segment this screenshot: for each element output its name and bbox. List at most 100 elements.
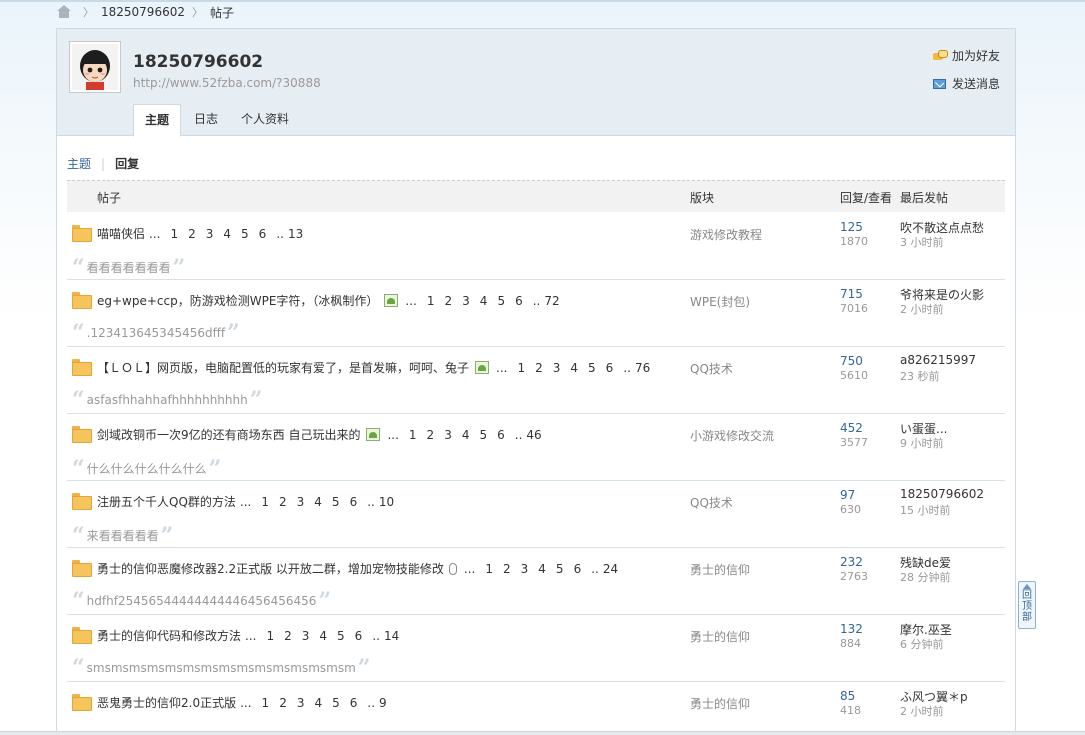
last-poster-link[interactable]: a826215997 xyxy=(900,353,976,367)
page-link[interactable]: 3 xyxy=(521,562,529,576)
page-link[interactable]: 6 xyxy=(355,629,363,643)
last-poster-link[interactable]: 18250796602 xyxy=(900,487,984,501)
reply-count[interactable]: 132 xyxy=(840,622,863,636)
tab-topics[interactable]: 主题 xyxy=(133,104,182,137)
page-link[interactable]: 3 xyxy=(206,227,214,241)
thread-title-link[interactable]: 喵喵侠侣 xyxy=(97,225,145,242)
page-link[interactable]: 4 xyxy=(314,495,322,509)
forum-link[interactable]: 勇士的信仰 xyxy=(690,628,750,645)
forum-link[interactable]: 勇士的信仰 xyxy=(690,561,750,578)
page-link[interactable]: 6 xyxy=(574,562,582,576)
page-link[interactable]: 1 xyxy=(262,696,270,710)
page-link[interactable]: 2 xyxy=(188,227,196,241)
forum-link[interactable]: QQ技术 xyxy=(690,360,733,377)
last-post-time[interactable]: 6 分钟前 xyxy=(900,636,944,652)
reply-count[interactable]: 125 xyxy=(840,220,863,234)
forum-link[interactable]: WPE(封包) xyxy=(690,293,750,310)
page-link[interactable]: 3 xyxy=(553,361,561,375)
tab-blog[interactable]: 日志 xyxy=(184,104,228,136)
page-link[interactable]: 2 xyxy=(279,696,287,710)
subnav-replies[interactable]: 回复 xyxy=(115,155,139,172)
page-link[interactable]: 13 xyxy=(288,227,303,241)
page-link[interactable]: 3 xyxy=(462,294,470,308)
reply-count[interactable]: 452 xyxy=(840,421,863,435)
forum-link[interactable]: 游戏修改教程 xyxy=(690,226,762,243)
reply-count[interactable]: 97 xyxy=(840,488,855,502)
page-link[interactable]: 72 xyxy=(544,294,559,308)
thread-title-link[interactable]: 勇士的信仰恶魔修改器2.2正式版 以开放二群，增加宠物技能修改 xyxy=(97,560,444,577)
page-link[interactable]: 6 xyxy=(515,294,523,308)
last-post-time[interactable]: 23 秒前 xyxy=(900,368,940,384)
forum-link[interactable]: QQ技术 xyxy=(690,494,733,511)
page-link[interactable]: 2 xyxy=(279,495,287,509)
page-link[interactable]: 1 xyxy=(427,294,435,308)
thread-title-link[interactable]: eg+wpe+ccp，防游戏检测WPE字符，（冰枫制作） xyxy=(97,292,378,309)
subnav-topics[interactable]: 主题 xyxy=(67,155,91,172)
page-link[interactable]: 4 xyxy=(223,227,231,241)
breadcrumb-user[interactable]: 18250796602 xyxy=(101,5,185,19)
last-post-time[interactable]: 9 小时前 xyxy=(900,435,944,451)
page-link[interactable]: 5 xyxy=(332,696,340,710)
thread-title-link[interactable]: 恶鬼勇士的信仰2.0正式版 xyxy=(97,694,236,711)
thread-title-link[interactable]: 注册五个千人QQ群的方法 xyxy=(97,493,236,510)
page-link[interactable]: 3 xyxy=(297,696,305,710)
page-link[interactable]: 5 xyxy=(479,428,487,442)
page-link[interactable]: 10 xyxy=(379,495,394,509)
thread-title-link[interactable]: 勇士的信仰代码和修改方法 xyxy=(97,627,241,644)
tab-profile[interactable]: 个人资料 xyxy=(231,104,299,136)
page-link[interactable]: 1 xyxy=(485,562,493,576)
page-link[interactable]: 5 xyxy=(337,629,345,643)
page-link[interactable]: 2 xyxy=(427,428,435,442)
page-link[interactable]: 4 xyxy=(462,428,470,442)
forum-link[interactable]: 勇士的信仰 xyxy=(690,695,750,712)
quote-text[interactable]: 什么什么什么什么什么 xyxy=(87,460,207,477)
page-link[interactable]: 76 xyxy=(635,361,650,375)
last-post-time[interactable]: 3 小时前 xyxy=(900,234,944,250)
page-link[interactable]: 1 xyxy=(170,227,178,241)
last-post-time[interactable]: 28 分钟前 xyxy=(900,569,951,585)
page-link[interactable]: 5 xyxy=(332,495,340,509)
page-link[interactable]: 14 xyxy=(384,629,399,643)
page-link[interactable]: 4 xyxy=(319,629,327,643)
page-link[interactable]: 5 xyxy=(497,294,505,308)
page-link[interactable]: 1 xyxy=(261,495,269,509)
add-friend-button[interactable]: 加为好友 xyxy=(933,47,1000,64)
thread-title-link[interactable]: 【ＬＯＬ】网页版，电脑配置低的玩家有爱了，是首发嘛，呵呵、兔子 xyxy=(97,359,469,376)
page-link[interactable]: 2 xyxy=(284,629,292,643)
page-link[interactable]: 2 xyxy=(535,361,543,375)
page-link[interactable]: 46 xyxy=(526,428,541,442)
page-link[interactable]: 6 xyxy=(606,361,614,375)
page-link[interactable]: 24 xyxy=(603,562,618,576)
quote-text[interactable]: smsmsmsmsmsmsmsmsmsmsmsmsmsmsm xyxy=(87,661,356,675)
avatar[interactable] xyxy=(69,41,121,93)
page-link[interactable]: 4 xyxy=(480,294,488,308)
page-link[interactable]: 6 xyxy=(259,227,267,241)
page-link[interactable]: 6 xyxy=(350,696,358,710)
page-link[interactable]: 2 xyxy=(445,294,453,308)
page-link[interactable]: 6 xyxy=(350,495,358,509)
page-link[interactable]: 5 xyxy=(556,562,564,576)
last-post-time[interactable]: 2 小时前 xyxy=(900,301,944,317)
home-icon[interactable] xyxy=(56,5,72,19)
page-link[interactable]: 3 xyxy=(302,629,310,643)
last-post-time[interactable]: 15 小时前 xyxy=(900,502,951,518)
reply-count[interactable]: 85 xyxy=(840,689,855,703)
page-link[interactable]: 1 xyxy=(266,629,274,643)
page-link[interactable]: 4 xyxy=(570,361,578,375)
quote-text[interactable]: asfasfhhahhafhhhhhhhhhh xyxy=(87,393,248,407)
send-message-button[interactable]: 发送消息 xyxy=(933,75,1000,92)
reply-count[interactable]: 750 xyxy=(840,354,863,368)
page-link[interactable]: 4 xyxy=(538,562,546,576)
page-link[interactable]: 5 xyxy=(588,361,596,375)
profile-url[interactable]: http://www.52fzba.com/?30888 xyxy=(133,76,321,90)
thread-title-link[interactable]: 剑域改铜币一次9亿的还有商场东西 自己玩出来的 xyxy=(97,426,360,443)
page-link[interactable]: 4 xyxy=(314,696,322,710)
quote-text[interactable]: 来看看看看看 xyxy=(87,527,159,544)
quote-text[interactable]: hdfhf25456544444444446456456456 xyxy=(87,594,317,608)
page-link[interactable]: 5 xyxy=(241,227,249,241)
reply-count[interactable]: 232 xyxy=(840,555,863,569)
back-to-top-button[interactable]: 回 顶 部 xyxy=(1018,581,1036,629)
page-link[interactable]: 6 xyxy=(497,428,505,442)
page-link[interactable]: 9 xyxy=(379,696,387,710)
page-link[interactable]: 1 xyxy=(517,361,525,375)
